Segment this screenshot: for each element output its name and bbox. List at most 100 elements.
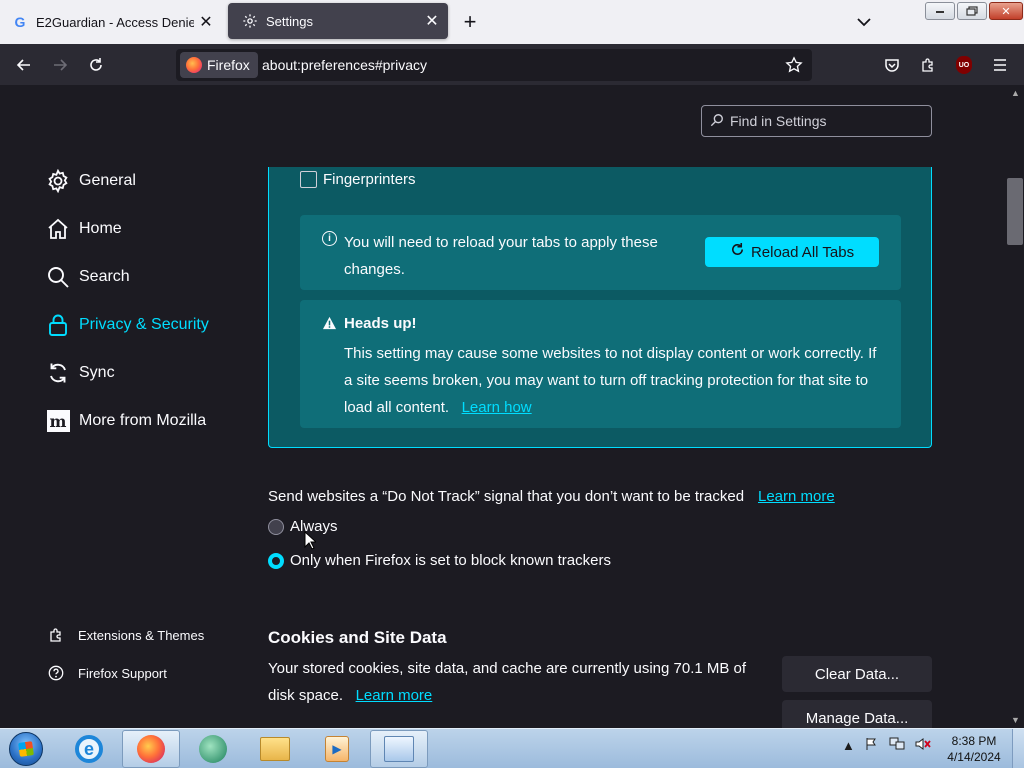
info-icon: i [322, 231, 337, 246]
chevron-down-icon [857, 17, 871, 26]
learn-how-link[interactable]: Learn how [462, 399, 532, 416]
forward-arrow-icon [54, 59, 68, 71]
find-placeholder: Find in Settings [730, 113, 827, 129]
reload-all-tabs-button[interactable]: Reload All Tabs [705, 237, 879, 267]
sidebar-item-more-from-mozilla[interactable]: m More from Mozilla [46, 407, 206, 435]
cookies-usage-text: Your stored cookies, site data, and cach… [268, 660, 747, 704]
bookmark-star-icon[interactable] [782, 53, 806, 77]
firefox-icon [137, 735, 165, 763]
reload-notice: i You will need to reload your tabs to a… [300, 215, 901, 290]
scroll-up-arrow-icon[interactable]: ▲ [1007, 85, 1024, 101]
back-arrow-icon [16, 59, 30, 71]
radio-block-known[interactable] [268, 552, 284, 569]
close-tab-icon[interactable]: ✕ [194, 10, 218, 34]
reload-icon [730, 242, 745, 262]
heads-up-notice: Heads up! This setting may cause some we… [300, 300, 901, 428]
show-desktop-button[interactable] [1012, 729, 1024, 768]
dnt-option-block-known[interactable]: Only when Firefox is set to block known … [268, 552, 611, 569]
heads-up-title: Heads up! [344, 315, 417, 332]
lock-icon [46, 313, 70, 337]
list-all-tabs-button[interactable] [850, 10, 878, 34]
pocket-icon[interactable] [877, 50, 907, 80]
sidebar-item-privacy-security[interactable]: Privacy & Security [46, 311, 209, 339]
tab-e2guardian[interactable]: G E2Guardian - Access Denied ✕ [0, 0, 222, 44]
sidebar-item-label: Sync [79, 364, 115, 381]
reload-button[interactable] [81, 50, 111, 80]
tab-settings[interactable]: Settings ✕ [228, 3, 448, 39]
sync-icon [46, 361, 70, 385]
sidebar-item-label: Search [79, 268, 130, 285]
clear-data-button[interactable]: Clear Data... [782, 656, 932, 692]
taskbar-clock[interactable]: 8:38 PM 4/14/2024 [943, 733, 1005, 765]
nav-bar: Firefox about:preferences#privacy UO [0, 44, 1024, 85]
close-window-button[interactable]: ✕ [989, 2, 1023, 20]
sidebar-item-sync[interactable]: Sync [46, 359, 115, 387]
url-bar[interactable]: Firefox about:preferences#privacy [176, 49, 812, 81]
taskbar-explorer[interactable] [246, 730, 304, 768]
sidebar-firefox-support-link[interactable]: Firefox Support [48, 665, 167, 681]
sidebar-item-label: Privacy & Security [79, 316, 209, 333]
mouse-pointer-icon [304, 531, 316, 550]
footer-label: Firefox Support [78, 665, 167, 681]
taskbar-network[interactable] [370, 730, 428, 768]
cookies-learn-more-link[interactable]: Learn more [356, 687, 433, 704]
cookies-description: Your stored cookies, site data, and cach… [268, 655, 748, 709]
help-icon [48, 665, 64, 681]
windows-taskbar: e ▶ ▲ 8:38 PM 4/14/2024 [0, 728, 1024, 768]
dnt-option-always[interactable]: Always [268, 518, 338, 535]
page-scrollbar[interactable]: ▲ ▼ [1007, 85, 1024, 728]
close-tab-icon[interactable]: ✕ [420, 9, 444, 33]
scroll-down-arrow-icon[interactable]: ▼ [1007, 712, 1024, 728]
menu-hamburger-icon[interactable] [985, 50, 1015, 80]
fingerprinters-option[interactable]: Fingerprinters [300, 171, 416, 188]
sidebar-extensions-themes-link[interactable]: Extensions & Themes [48, 627, 204, 643]
manage-data-button[interactable]: Manage Data... [782, 700, 932, 728]
minimize-button[interactable] [925, 2, 955, 20]
volume-muted-icon[interactable] [915, 737, 931, 754]
dnt-learn-more-link[interactable]: Learn more [758, 488, 835, 505]
ublock-origin-icon[interactable]: UO [949, 50, 979, 80]
sidebar-item-general[interactable]: General [46, 167, 136, 195]
action-center-flag-icon[interactable] [865, 737, 879, 754]
windows-logo-icon [9, 732, 43, 766]
taskbar-media-player[interactable]: ▶ [308, 730, 366, 768]
show-hidden-icons-icon[interactable]: ▲ [842, 738, 855, 753]
tab-strip: G E2Guardian - Access Denied ✕ Settings … [0, 0, 1024, 44]
restore-button[interactable] [957, 2, 987, 20]
reload-button-label: Reload All Tabs [750, 243, 855, 261]
new-tab-button[interactable]: + [456, 8, 484, 36]
dnt-description: Send websites a “Do Not Track” signal th… [268, 488, 745, 505]
back-button[interactable] [9, 50, 39, 80]
sidebar-item-search[interactable]: Search [46, 263, 130, 291]
find-in-settings-input[interactable]: Find in Settings [701, 105, 932, 137]
taskbar-internet-explorer[interactable]: e [60, 730, 118, 768]
gear-icon [242, 13, 258, 29]
sidebar-item-label: Home [79, 220, 122, 237]
taskbar-firefox[interactable] [122, 730, 180, 768]
heads-up-body: This setting may cause some websites to … [344, 340, 884, 421]
ublock-badge: UO [956, 56, 972, 74]
radio-always[interactable] [268, 518, 284, 535]
extensions-puzzle-icon[interactable] [913, 50, 943, 80]
fingerprinters-label: Fingerprinters [323, 171, 416, 188]
system-tray: ▲ [842, 737, 931, 754]
scroll-thumb[interactable] [1007, 178, 1023, 245]
identity-box[interactable]: Firefox [180, 52, 258, 78]
url-text[interactable]: about:preferences#privacy [262, 57, 427, 73]
internet-explorer-icon: e [75, 735, 103, 763]
clock-date: 4/14/2024 [947, 750, 1001, 764]
warning-icon [322, 316, 337, 333]
forward-button[interactable] [45, 50, 75, 80]
sidebar-item-label: General [79, 172, 136, 189]
gear-icon [46, 169, 70, 193]
folder-icon [260, 737, 290, 761]
fingerprinters-checkbox[interactable] [300, 171, 317, 188]
identity-label: Firefox [207, 57, 250, 73]
puzzle-icon [48, 627, 64, 643]
sidebar-item-home[interactable]: Home [46, 215, 122, 243]
taskbar-media-center[interactable] [184, 730, 242, 768]
mozilla-m-icon: m [46, 409, 70, 433]
network-tray-icon[interactable] [889, 737, 905, 754]
tab-title: Settings [266, 13, 313, 29]
start-button[interactable] [4, 729, 48, 768]
